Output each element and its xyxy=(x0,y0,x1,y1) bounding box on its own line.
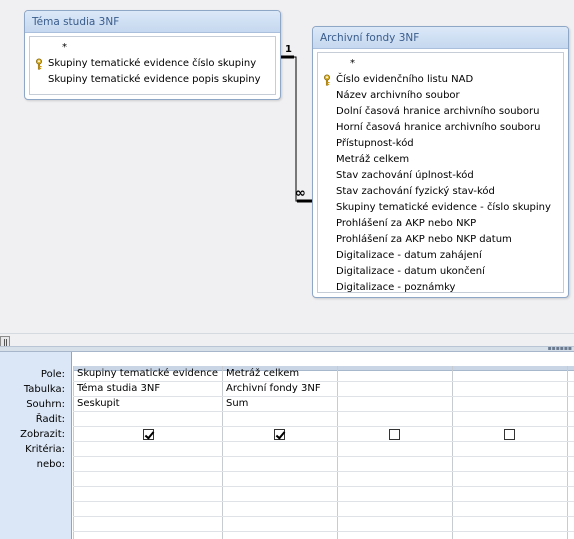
row-labels-column: Pole: Tabulka: Souhrn: Řadit: Zobrazit: … xyxy=(0,352,72,539)
row-label-sort: Řadit: xyxy=(35,414,65,425)
grid-cell-table[interactable] xyxy=(453,381,567,397)
row-label-criteria: Kritéria: xyxy=(25,444,65,455)
row-label-table: Tabulka: xyxy=(23,384,65,395)
grid-cell-table[interactable]: Archivní fondy 3NF xyxy=(223,381,337,397)
grid-cell-field[interactable] xyxy=(338,366,452,382)
row-divider xyxy=(73,456,574,457)
row-divider xyxy=(73,516,574,517)
grid-cell-field[interactable]: Skupiny tematické evidence xyxy=(74,366,222,382)
row-divider xyxy=(73,501,574,502)
row-label-field: Pole: xyxy=(40,369,65,380)
one-symbol: 1 xyxy=(285,44,292,55)
grid-cell-table[interactable]: Téma studia 3NF xyxy=(74,381,222,397)
row-label-show: Zobrazit: xyxy=(20,429,65,440)
row-divider xyxy=(73,441,574,442)
query-grid[interactable]: Pole: Tabulka: Souhrn: Řadit: Zobrazit: … xyxy=(0,352,574,539)
row-divider xyxy=(73,426,574,427)
row-label-total: Souhrn: xyxy=(26,399,65,410)
show-checkbox[interactable] xyxy=(274,429,285,440)
grip-icon[interactable]: ▪▪▪▪▪▪ xyxy=(548,346,572,352)
grid-cell-field[interactable]: Metráž celkem xyxy=(223,366,337,382)
column-divider xyxy=(567,366,568,539)
row-label-or: nebo: xyxy=(36,459,65,470)
show-checkbox[interactable] xyxy=(143,429,154,440)
grid-cell-table[interactable] xyxy=(338,381,452,397)
relationship-line[interactable]: 1 ∞ xyxy=(0,0,574,333)
row-divider xyxy=(73,486,574,487)
show-checkbox[interactable] xyxy=(389,429,400,440)
grid-cell-total[interactable] xyxy=(453,396,567,412)
grid-cell-total[interactable] xyxy=(338,396,452,412)
row-divider xyxy=(73,531,574,532)
show-checkbox[interactable] xyxy=(504,429,515,440)
row-divider xyxy=(73,471,574,472)
grid-cell-total[interactable]: Sum xyxy=(223,396,337,412)
grid-cell-total[interactable]: Seskupit xyxy=(74,396,222,412)
many-symbol: ∞ xyxy=(295,186,306,201)
grid-cell-field[interactable] xyxy=(453,366,567,382)
query-design-area[interactable]: Téma studia 3NF * Skupiny tematické evide… xyxy=(0,0,574,333)
